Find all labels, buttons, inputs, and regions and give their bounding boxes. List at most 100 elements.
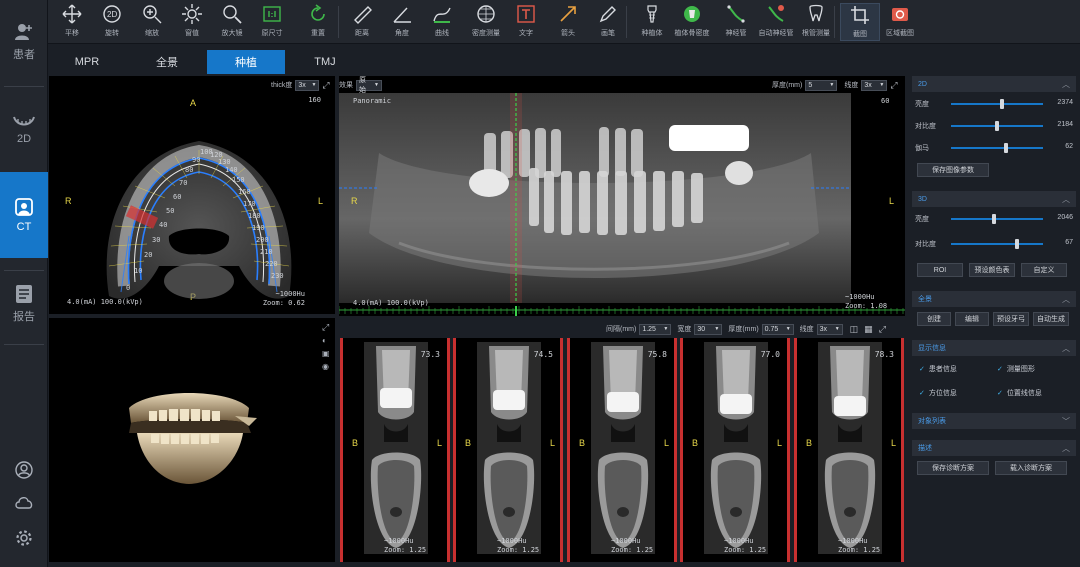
tool-zoom[interactable]: 缩放 (132, 3, 172, 41)
screenshot-icon[interactable]: ▣ (322, 349, 336, 362)
roi-button[interactable]: ROI (917, 263, 963, 277)
skull-3d-render (129, 393, 257, 484)
tool-window-level[interactable]: 窗值 (172, 3, 212, 41)
tool-text[interactable]: 文字 (506, 3, 546, 41)
custom-button[interactable]: 自定义 (1021, 263, 1067, 277)
tool-density[interactable]: 密度测量 (466, 3, 506, 41)
cross-section-slice[interactable]: 73.3 B L ~1000Hu Zoom: 1.25 (340, 338, 450, 562)
preset-color-button[interactable]: 预设颜色表 (969, 263, 1015, 277)
load-plan-button[interactable]: 载入诊断方案 (995, 461, 1067, 475)
pano-effect-select[interactable]: 原始 ▼ (356, 77, 382, 94)
gamma-slider[interactable]: 伽马 62 (915, 142, 1073, 153)
curve-icon (431, 3, 453, 25)
tool-implant[interactable]: 种植体 (632, 3, 672, 41)
chevron-down-icon: ﹀ (1062, 416, 1070, 426)
position-line-checkbox[interactable]: ✓ 位置线信息 (997, 388, 1042, 398)
tool-pan[interactable]: 平移 (52, 3, 92, 41)
user-account-icon[interactable] (14, 460, 34, 480)
tab-panorama[interactable]: 全景 (128, 50, 206, 74)
width-select[interactable]: 30 ▼ (694, 323, 723, 335)
tool-label: 距离 (355, 30, 369, 37)
nav-report[interactable]: 报告 (0, 276, 48, 332)
report-icon (16, 285, 32, 303)
save-plan-button[interactable]: 保存诊断方案 (917, 461, 989, 475)
section-pano-header[interactable]: 全景 ︿ (912, 291, 1076, 307)
pano-thickness-control: 厚度(mm) 5 ▼ 线度 3x ▼ ⤢ (772, 79, 898, 91)
fullscreen-icon[interactable]: ⤢ (322, 322, 336, 336)
orientation-info-checkbox[interactable]: ✓ 方位信息 (919, 388, 957, 398)
axial-viewport[interactable]: thick度 3x▼ ⤢ 160 A P R L 4.0(mA) 100.0(k… (49, 76, 335, 314)
settings-gear-icon[interactable] (14, 528, 34, 548)
tool-nerve-canal[interactable]: 神经管 (716, 3, 756, 41)
cross-section-slice[interactable]: 75.8 B L ~1000Hu Zoom: 1.25 (567, 338, 677, 562)
pano-image (339, 93, 851, 303)
cross-section-slice[interactable]: 78.3 B L ~1000Hu Zoom: 1.25 (794, 338, 904, 562)
tool-crop[interactable]: 截图 (840, 3, 880, 41)
expand-icon[interactable]: ⤢ (890, 80, 897, 91)
pano-scale-select[interactable]: 3x ▼ (861, 79, 888, 91)
brightness-2d-slider[interactable]: 亮度 2374 (915, 98, 1073, 109)
tool-auto-nerve[interactable]: 自动神经管 (756, 3, 796, 41)
arch-position-number: 150 (232, 176, 245, 184)
edit-arch-button[interactable]: 编辑 (955, 312, 989, 326)
volume-3d-viewport[interactable] (49, 318, 335, 562)
tool-implant-density[interactable]: 植体骨密度 (672, 3, 712, 41)
section-display-header[interactable]: 显示信息 ︿ (912, 340, 1076, 356)
preset-arch-button[interactable]: 预设牙弓 (993, 312, 1029, 326)
section-report-header[interactable]: 描述 ︿ (912, 440, 1076, 456)
section-2d-header[interactable]: 2D ︿ (912, 76, 1076, 92)
tool-pen[interactable]: 画笔 (588, 3, 628, 41)
brightness-3d-knob[interactable] (992, 214, 997, 224)
slice-position: 78.3 (874, 350, 894, 359)
cross-section-slice[interactable]: 74.5 B L ~1000Hu Zoom: 1.25 (453, 338, 563, 562)
tool-region-capture[interactable]: 区域截图 (880, 3, 920, 41)
section-3d-header[interactable]: 3D ︿ (912, 191, 1076, 207)
expand-icon[interactable]: ⤢ (879, 324, 886, 335)
brightness-3d-slider[interactable]: 亮度 2046 (915, 213, 1073, 224)
tool-ruler[interactable]: 距离 (342, 3, 382, 41)
cross-thick-select[interactable]: 0.75 ▼ (761, 323, 794, 335)
patient-info-label: 患者信息 (928, 366, 957, 373)
slice-hu-info: ~1000Hu (384, 537, 414, 545)
interval-select[interactable]: 1.25 ▼ (639, 323, 672, 335)
save-image-params-button[interactable]: 保存图像参数 (917, 163, 989, 177)
layout-grid-icon[interactable]: ▦ (864, 324, 873, 335)
layout-split-icon[interactable]: ◫ (850, 324, 859, 335)
cloud-icon[interactable] (14, 492, 34, 512)
camera-icon[interactable]: ◉ (322, 362, 336, 375)
patient-info-checkbox[interactable]: ✓ 患者信息 (919, 364, 957, 374)
tab-implant[interactable]: 种植 (207, 50, 285, 74)
contrast-3d-knob[interactable] (1015, 239, 1020, 249)
panoramic-viewport[interactable]: 效果 原始 ▼ 厚度(mm) 5 ▼ 线度 3x ▼ ⤢ Panoramic 6… (339, 76, 905, 316)
nav-2d[interactable]: 2D (0, 102, 48, 158)
section-objects-header[interactable]: 对象列表 ﹀ (912, 413, 1076, 429)
tooth-view-icon[interactable]: ◐ (322, 336, 336, 349)
cross-scale-select[interactable]: 3x ▼ (816, 323, 843, 335)
cross-section-slice[interactable]: 77.0 B L ~1000Hu Zoom: 1.25 (680, 338, 790, 562)
tool-curve[interactable]: 曲线 (422, 3, 462, 41)
tool-angle[interactable]: 角度 (382, 3, 422, 41)
nav-ct[interactable]: CT (0, 172, 48, 258)
contrast-2d-slider[interactable]: 对比度 2184 (915, 120, 1073, 131)
section-display-title: 显示信息 (918, 345, 946, 352)
pano-thick-select[interactable]: 5 ▼ (805, 79, 838, 91)
tool-original-size[interactable]: 原尺寸 (252, 3, 292, 41)
tool-root-canal[interactable]: 根管测量 (796, 3, 836, 41)
axial-thick-select[interactable]: 3x ▼ (295, 79, 320, 91)
tool-magnifier[interactable]: 放大镜 (212, 3, 252, 41)
tab-tmj[interactable]: TMJ (286, 50, 364, 74)
tab-mpr[interactable]: MPR (48, 50, 126, 74)
tool-arrow[interactable]: 箭头 (548, 3, 588, 41)
contrast-3d-slider[interactable]: 对比度 67 (915, 238, 1073, 249)
auto-generate-button[interactable]: 自动生成 (1033, 312, 1069, 326)
create-arch-button[interactable]: 创建 (917, 312, 951, 326)
expand-icon[interactable]: ⤢ (322, 80, 329, 91)
contrast-2d-knob[interactable] (995, 121, 999, 131)
brightness-2d-knob[interactable] (999, 99, 1004, 109)
gamma-knob[interactable] (1004, 143, 1009, 153)
measure-shape-checkbox[interactable]: ✓ 测量图形 (997, 364, 1035, 374)
tool-label: 重置 (311, 30, 325, 37)
nav-patient[interactable]: 患者 (0, 14, 48, 70)
tool-reset[interactable]: 重置 (298, 3, 338, 41)
tool-rotate-2d[interactable]: 2D 旋转 (92, 3, 132, 41)
